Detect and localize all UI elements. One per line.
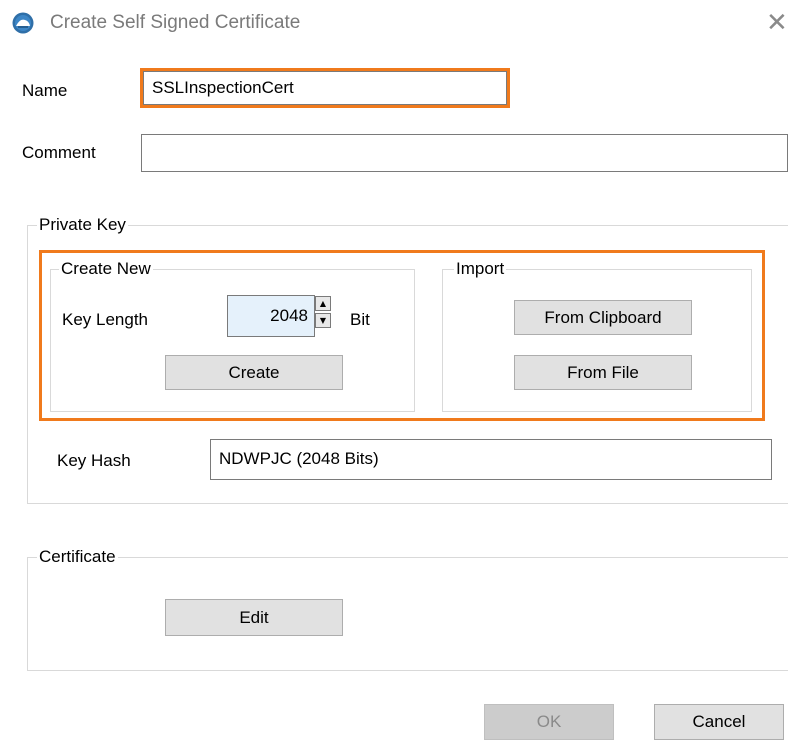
private-key-group-title: Private Key [37, 214, 128, 236]
create-new-group-title: Create New [59, 258, 153, 280]
import-group-title: Import [454, 258, 507, 280]
key-hash-value: NDWPJC (2048 Bits) [219, 449, 379, 468]
key-length-unit-label: Bit [350, 310, 370, 329]
key-hash-field: NDWPJC (2048 Bits) [210, 439, 772, 480]
create-new-group [50, 269, 415, 412]
create-button[interactable]: Create [165, 355, 343, 390]
certificate-group-title: Certificate [37, 546, 118, 568]
key-length-down-icon[interactable]: ▼ [315, 313, 331, 328]
import-group [442, 269, 752, 412]
key-length-up-icon[interactable]: ▲ [315, 296, 331, 311]
name-label: Name [22, 81, 68, 100]
key-length-value: 2048 [270, 306, 308, 325]
edit-button[interactable]: Edit [165, 599, 343, 636]
app-logo-icon [12, 12, 34, 34]
key-hash-label: Key Hash [57, 451, 131, 470]
ok-button[interactable]: OK [484, 704, 614, 740]
from-file-button[interactable]: From File [514, 355, 692, 390]
certificate-group [27, 557, 788, 671]
key-length-label: Key Length [62, 310, 149, 329]
key-length-input[interactable]: 2048 [227, 295, 315, 337]
name-input[interactable]: SSLInspectionCert [143, 71, 507, 105]
window-title: Create Self Signed Certificate [50, 12, 301, 33]
name-input-value: SSLInspectionCert [152, 78, 294, 97]
cancel-button[interactable]: Cancel [654, 704, 784, 740]
dialog-window: Create Self Signed Certificate ✕ Name SS… [0, 0, 788, 740]
from-clipboard-button[interactable]: From Clipboard [514, 300, 692, 335]
comment-label: Comment [22, 143, 96, 162]
close-icon[interactable]: ✕ [766, 8, 788, 38]
comment-input[interactable] [141, 134, 788, 172]
